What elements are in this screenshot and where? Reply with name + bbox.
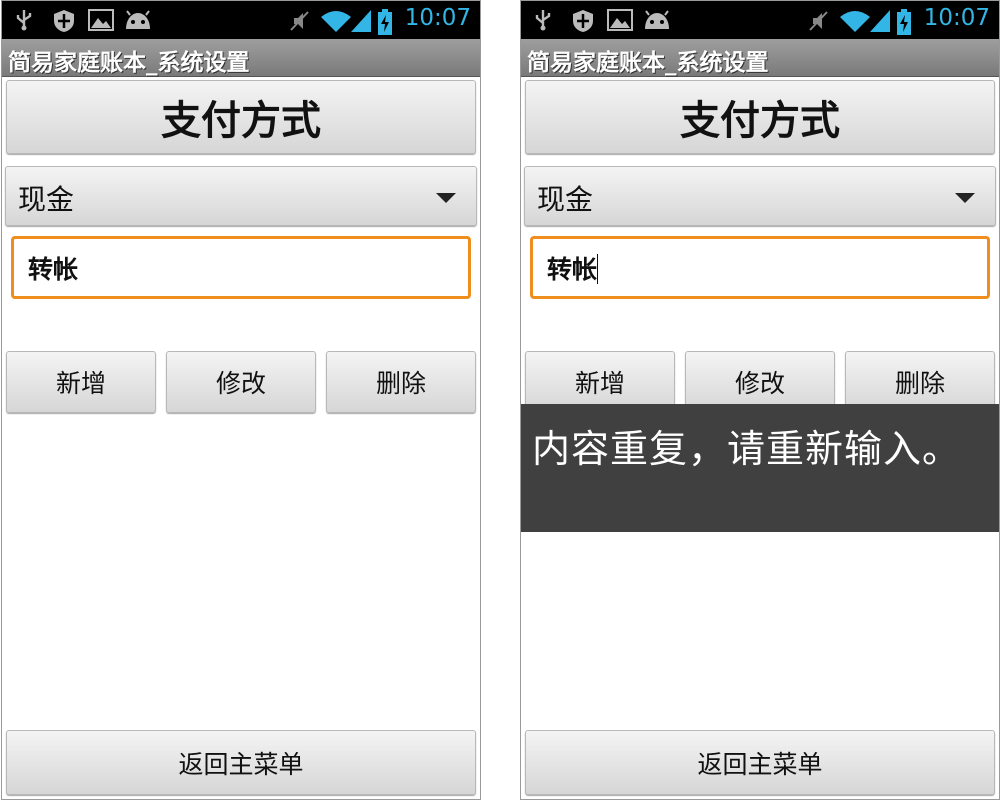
shield-icon xyxy=(573,10,593,32)
usb-icon xyxy=(535,10,551,31)
battery-charging-icon xyxy=(378,9,392,35)
back-to-main-menu-button[interactable]: 返回主菜单 xyxy=(6,730,476,795)
app-title: 简易家庭账本_系统设置 xyxy=(527,50,769,76)
signal-icon xyxy=(351,10,371,32)
status-bar: 10:07 xyxy=(521,1,999,39)
payment-method-spinner[interactable]: 现金 xyxy=(524,166,996,226)
battery-charging-icon xyxy=(897,9,911,35)
signal-icon xyxy=(870,10,890,32)
usb-icon xyxy=(16,10,32,31)
toast-message: 内容重复，请重新输入。 xyxy=(532,427,962,471)
clock-time: 10:07 xyxy=(404,5,471,31)
add-button[interactable]: 新增 xyxy=(6,351,156,413)
payment-method-spinner[interactable]: 现金 xyxy=(5,166,477,226)
phone-screen-right: 10:07 简易家庭账本_系统设置 支付方式 现金 转帐 新增 修改 删除 内容… xyxy=(520,0,1000,800)
payment-method-header-button[interactable]: 支付方式 xyxy=(525,80,995,154)
payment-method-header-button[interactable]: 支付方式 xyxy=(6,80,476,154)
payment-method-input[interactable]: 转帐 xyxy=(530,236,990,299)
clock-time: 10:07 xyxy=(923,5,990,31)
image-icon xyxy=(607,9,633,31)
duplicate-content-toast: 内容重复，请重新输入。 xyxy=(521,404,999,532)
phone-screen-left: 10:07 简易家庭账本_系统设置 支付方式 现金 转帐 新增 修改 删除 返回… xyxy=(1,0,481,800)
app-title-bar: 简易家庭账本_系统设置 xyxy=(2,39,480,77)
delete-button[interactable]: 删除 xyxy=(326,351,476,413)
shield-icon xyxy=(54,10,74,32)
back-to-main-menu-button[interactable]: 返回主菜单 xyxy=(525,730,995,795)
wifi-icon xyxy=(321,11,351,32)
mute-icon xyxy=(809,11,828,31)
spinner-selected-value: 现金 xyxy=(18,183,75,216)
dropdown-arrow-icon xyxy=(436,193,456,203)
dropdown-arrow-icon xyxy=(955,193,975,203)
wifi-icon xyxy=(840,11,870,32)
android-icon xyxy=(126,10,150,29)
app-title-bar: 简易家庭账本_系统设置 xyxy=(521,39,999,77)
input-text: 转帐 xyxy=(28,255,79,284)
text-cursor xyxy=(597,254,599,284)
spinner-selected-value: 现金 xyxy=(537,183,594,216)
payment-method-input[interactable]: 转帐 xyxy=(11,236,471,299)
app-title: 简易家庭账本_系统设置 xyxy=(8,50,250,76)
status-bar: 10:07 xyxy=(2,1,480,39)
android-icon xyxy=(645,10,669,29)
mute-icon xyxy=(290,11,309,31)
input-text: 转帐 xyxy=(547,255,598,284)
image-icon xyxy=(88,9,114,31)
edit-button[interactable]: 修改 xyxy=(166,351,316,413)
